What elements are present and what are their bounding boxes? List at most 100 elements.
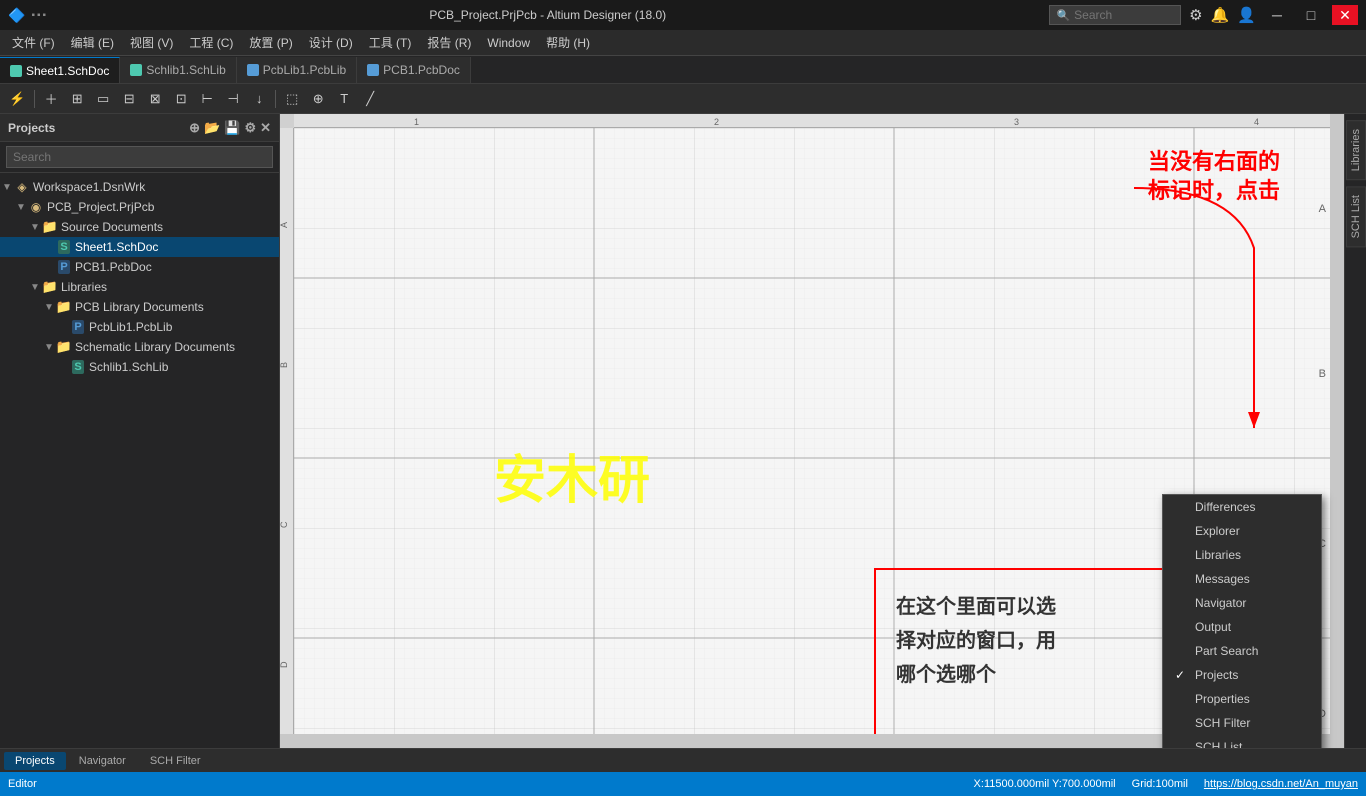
canvas-area[interactable]: 1 2 3 4 A B C D [280,114,1344,748]
menu-item-design[interactable]: 设计 (D) [301,32,361,53]
status-tab-navigator[interactable]: Navigator [68,752,137,770]
close-button[interactable]: ✕ [1332,5,1358,25]
restore-button[interactable]: □ [1298,5,1324,25]
tree-item-sch-lib-docs[interactable]: ▼ 📁 Schematic Library Documents [0,337,279,357]
user-icon[interactable]: 👤 [1237,6,1256,24]
search-input[interactable] [6,146,273,168]
open-project-icon[interactable]: 📂 [204,120,220,136]
tab-icon [130,64,142,76]
toolbar-btn-7[interactable]: ⊢ [195,87,219,111]
tab-pcblib1[interactable]: PcbLib1.PcbLib [237,57,357,83]
notification-icon[interactable]: 🔔 [1211,6,1230,24]
status-tab-sch-filter[interactable]: SCH Filter [139,752,212,770]
context-menu-item-navigator[interactable]: Navigator [1163,591,1321,615]
tree-arrow: ▼ [28,282,42,293]
app-icon: 🔷 [8,7,25,24]
blog-link[interactable]: https://blog.csdn.net/An_muyan [1204,778,1358,790]
right-tab-libraries[interactable]: Libraries [1346,120,1366,180]
tree-item-pcb1[interactable]: P PCB1.PcbDoc [0,257,279,277]
new-project-icon[interactable]: ⊕ [189,120,200,136]
menu-item-file[interactable]: 文件 (F) [4,32,63,53]
tab-icon [10,65,22,77]
tree-item-libraries[interactable]: ▼ 📁 Libraries [0,277,279,297]
tree-icon: ◉ [28,199,44,215]
status-tab-projects[interactable]: Projects [4,752,66,770]
context-menu-item-differences[interactable]: Differences [1163,495,1321,519]
toolbar-btn-6[interactable]: ⊡ [169,87,193,111]
tree-icon: P [56,259,72,275]
menu-item-project[interactable]: 工程 (C) [181,32,241,53]
minimize-button[interactable]: ─ [1264,5,1290,25]
filter-button[interactable]: ⚡ [4,87,30,111]
menu-item-tools[interactable]: 工具 (T) [361,32,420,53]
toolbar-btn-2[interactable]: ⊞ [65,87,89,111]
menu-item-label: Part Search [1195,644,1258,658]
tree-item-project[interactable]: ▼ ◉ PCB_Project.PrjPcb [0,197,279,217]
ruler-vertical: A B C D [280,128,294,734]
tree-item-pcb-lib-docs[interactable]: ▼ 📁 PCB Library Documents [0,297,279,317]
tree-item-sheet1[interactable]: S Sheet1.SchDoc [0,237,279,257]
menu-item-place[interactable]: 放置 (P) [241,32,300,53]
tree-icon: ◈ [14,179,30,195]
tree-label: Schlib1.SchLib [89,360,168,374]
titlebar: 🔷 ▪▪▪ PCB_Project.PrjPcb - Altium Design… [0,0,1366,30]
search-bar [0,142,279,173]
toolbar-btn-3[interactable]: ▭ [91,87,115,111]
svg-text:4: 4 [1254,117,1259,127]
menu-item-label: Output [1195,620,1231,634]
tab-schlib1[interactable]: Schlib1.SchLib [120,57,236,83]
svg-text:A: A [280,222,289,228]
toolbar-btn-12[interactable]: T [332,87,356,111]
toolbar-btn-8[interactable]: ⊣ [221,87,245,111]
toolbar-btn-11[interactable]: ⊕ [306,87,330,111]
tree-icon: 📁 [56,299,72,315]
tab-pcb1[interactable]: PCB1.PcbDoc [357,57,471,83]
tree-arrow: ▼ [0,182,14,193]
svg-text:C: C [280,521,289,528]
tree-label: Source Documents [61,220,163,234]
menu-item-reports[interactable]: 报告 (R) [419,32,479,53]
ruler-corner [280,114,294,128]
add-wire-button[interactable]: ＋ [39,87,63,111]
context-menu-item-output[interactable]: Output [1163,615,1321,639]
tree-icon: 📁 [56,339,72,355]
tabs-bar: Sheet1.SchDocSchlib1.SchLibPcbLib1.PcbLi… [0,56,1366,84]
context-menu-item-explorer[interactable]: Explorer [1163,519,1321,543]
svg-text:2: 2 [714,117,719,127]
context-menu-item-properties[interactable]: Properties [1163,687,1321,711]
tree-item-source-docs[interactable]: ▼ 📁 Source Documents [0,217,279,237]
settings-icon[interactable]: ⚙ [1189,6,1202,24]
toolbar-btn-5[interactable]: ⊠ [143,87,167,111]
toolbar-btn-13[interactable]: ╱ [358,87,382,111]
tree-icon: S [56,239,72,255]
menu-item-help[interactable]: 帮助 (H) [538,32,598,53]
settings-panel-icon[interactable]: ⚙ [244,120,256,136]
toolbar-btn-10[interactable]: ⬚ [280,87,304,111]
context-menu-item-libraries[interactable]: Libraries [1163,543,1321,567]
ruler-horizontal: 1 2 3 4 [294,114,1330,128]
tree-label: PCB Library Documents [75,300,204,314]
context-menu-item-part-search[interactable]: Part Search [1163,639,1321,663]
status-tabs: ProjectsNavigatorSCH Filter [0,748,1366,772]
menu-item-view[interactable]: 视图 (V) [122,32,181,53]
context-menu-item-messages[interactable]: Messages [1163,567,1321,591]
context-menu-item-sch-list[interactable]: SCH List [1163,735,1321,748]
save-project-icon[interactable]: 💾 [224,120,240,136]
tree-item-schlib1[interactable]: S Schlib1.SchLib [0,357,279,377]
tree-item-pcblib1[interactable]: P PcbLib1.PcbLib [0,317,279,337]
right-tab-sch-list[interactable]: SCH List [1346,186,1366,247]
tree-item-workspace[interactable]: ▼ ◈ Workspace1.DsnWrk [0,177,279,197]
toolbar-btn-4[interactable]: ⊟ [117,87,141,111]
context-menu-item-sch-filter[interactable]: SCH Filter [1163,711,1321,735]
svg-text:B: B [280,362,289,368]
global-search-input[interactable] [1074,8,1174,22]
menu-item-window[interactable]: Window [479,34,538,52]
tree-arrow: ▼ [14,202,28,213]
context-menu-item-projects[interactable]: ✓ Projects [1163,663,1321,687]
status-bar: Editor X:11500.000mil Y:700.000mil Grid:… [0,772,1366,796]
tree-label: PCB_Project.PrjPcb [47,200,154,214]
toolbar-btn-9[interactable]: ↓ [247,87,271,111]
menu-item-edit[interactable]: 编辑 (E) [63,32,122,53]
tab-sheet1[interactable]: Sheet1.SchDoc [0,57,120,83]
close-panel-icon[interactable]: ✕ [260,120,271,136]
